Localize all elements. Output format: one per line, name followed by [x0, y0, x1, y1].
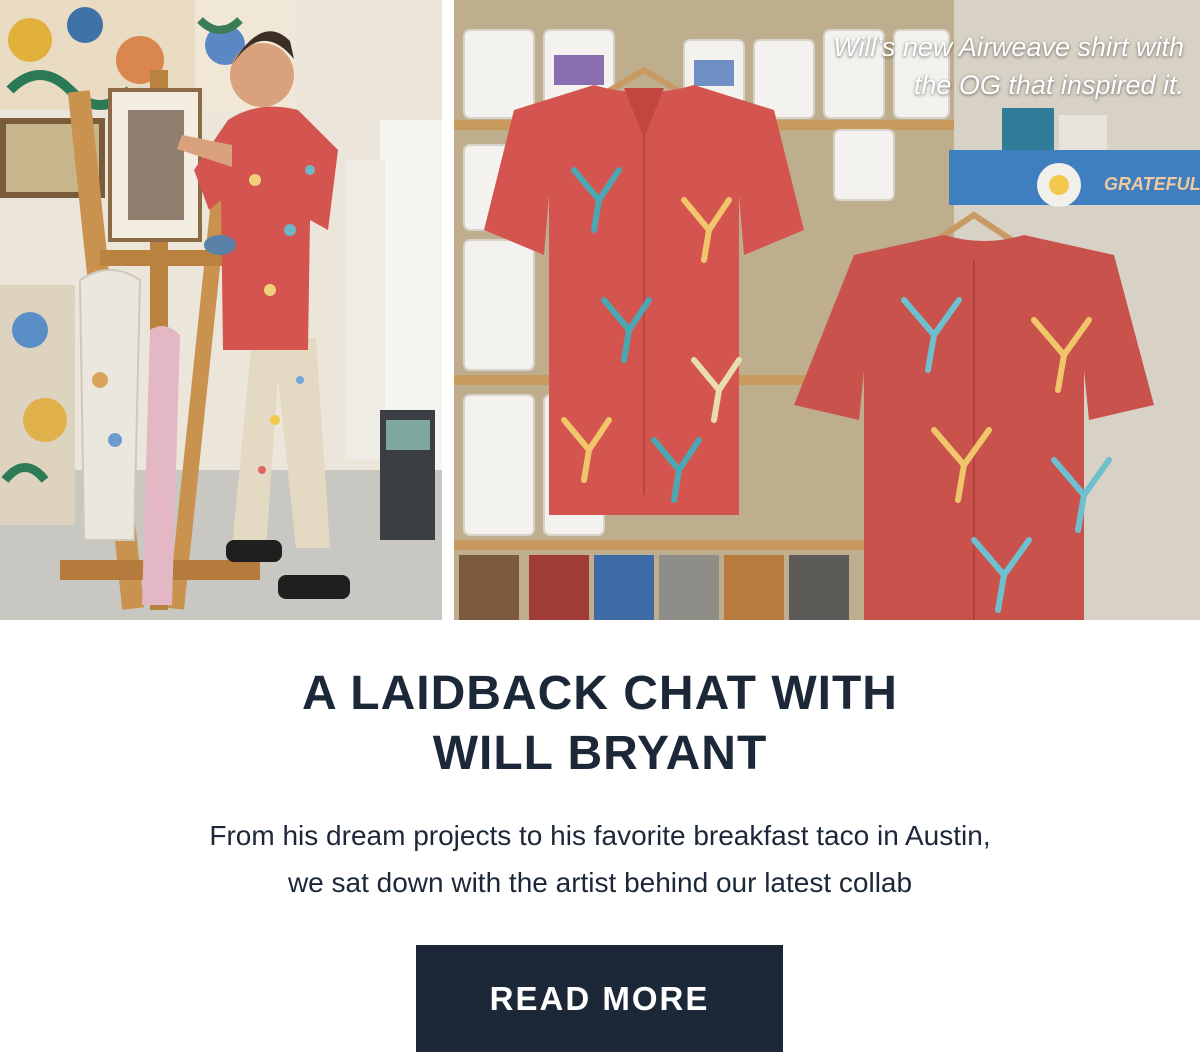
- headline-line-1: A LAIDBACK CHAT WITH: [302, 667, 898, 720]
- artist-at-easel-photo[interactable]: [0, 0, 442, 620]
- shirts-on-shelves-photo[interactable]: GRATEFUL Will’s new Airweave shirt with …: [454, 0, 1200, 620]
- caption-line-1: Will’s new Airweave shirt with: [833, 32, 1184, 62]
- read-more-button[interactable]: READ MORE: [416, 945, 783, 1052]
- headline-line-2: WILL BRYANT: [432, 727, 768, 780]
- artist-photo-illustration: [0, 0, 442, 620]
- article-subtext: From his dream projects to his favorite …: [0, 812, 1200, 906]
- article-headline: A LAIDBACK CHAT WITH WILL BRYANT: [0, 664, 1200, 784]
- subtext-line-1: From his dream projects to his favorite …: [209, 820, 991, 851]
- photo-caption: Will’s new Airweave shirt with the OG th…: [833, 28, 1184, 104]
- subtext-line-2: we sat down with the artist behind our l…: [287, 867, 913, 898]
- grateful-sticker-text: GRATEFUL: [1104, 174, 1200, 194]
- caption-line-2: the OG that inspired it.: [913, 70, 1184, 100]
- hero-photo-row: GRATEFUL Will’s new Airweave shirt with …: [0, 0, 1200, 620]
